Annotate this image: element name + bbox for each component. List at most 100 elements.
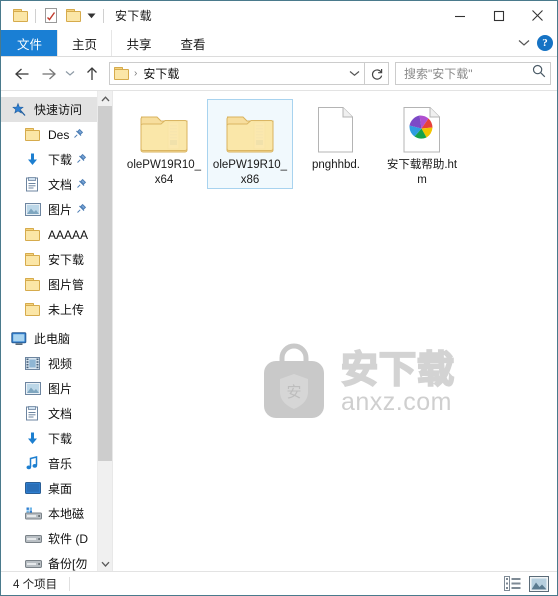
breadcrumb[interactable]: › 安下载 bbox=[109, 62, 365, 85]
tab-share[interactable]: 共享 bbox=[112, 30, 166, 56]
customize-toolbar-caret-icon[interactable] bbox=[84, 6, 99, 26]
sidebar-label: 图片 bbox=[48, 203, 73, 217]
sidebar-item-drive-backup[interactable]: 备份[勿 bbox=[1, 551, 112, 571]
sidebar-label: 未上传 bbox=[48, 303, 85, 317]
scroll-down-arrow-icon[interactable] bbox=[98, 556, 112, 571]
pin-icon bbox=[76, 153, 87, 167]
sidebar-item-des[interactable]: Des bbox=[1, 122, 112, 147]
close-button[interactable] bbox=[518, 1, 557, 30]
file-name: pnghhbd. bbox=[312, 159, 360, 171]
file-item-folder-x64[interactable]: olePW19R10_x64 bbox=[121, 99, 207, 189]
sidebar-label: 此电脑 bbox=[34, 332, 71, 346]
sidebar-item-drive-d[interactable]: 软件 (D bbox=[1, 526, 112, 551]
sidebar-item-desktop[interactable]: 桌面 bbox=[1, 476, 112, 501]
sidebar-item-pictures[interactable]: 图片 bbox=[1, 197, 112, 222]
sidebar-item-documents-pc[interactable]: 文档 bbox=[1, 401, 112, 426]
navigation-tree: 快速访问 Des 下载 文档 图片 AAAAA 安下载 图片管 未上传 此电脑 … bbox=[1, 91, 112, 571]
sidebar-item-pictures-pc[interactable]: 图片 bbox=[1, 376, 112, 401]
download-icon bbox=[25, 152, 43, 168]
scroll-up-arrow-icon[interactable] bbox=[98, 91, 112, 106]
properties-icon[interactable] bbox=[40, 5, 62, 27]
explorer-window: 安下载 文件 主页 共享 查看 ? › 安下载 搜索"安下载" 快速访问 Des… bbox=[0, 0, 558, 596]
folder-icon bbox=[139, 104, 189, 154]
sidebar-item-downloads[interactable]: 下载 bbox=[1, 147, 112, 172]
sidebar-item-anxiazai[interactable]: 安下载 bbox=[1, 247, 112, 272]
tab-view[interactable]: 查看 bbox=[166, 30, 220, 56]
minimize-button[interactable] bbox=[440, 1, 479, 30]
watermark: 安 安下载 anxz.com bbox=[255, 341, 455, 426]
navigation-pane: 快速访问 Des 下载 文档 图片 AAAAA 安下载 图片管 未上传 此电脑 … bbox=[1, 91, 113, 571]
sidebar-item-this-pc[interactable]: 此电脑 bbox=[1, 326, 112, 351]
status-divider bbox=[69, 576, 71, 591]
details-view-button[interactable] bbox=[500, 574, 524, 594]
anxz-bag-logo-icon: 安 bbox=[255, 341, 333, 426]
computer-icon bbox=[11, 331, 29, 347]
help-icon[interactable]: ? bbox=[537, 35, 553, 51]
pin-icon bbox=[76, 178, 87, 192]
tab-home[interactable]: 主页 bbox=[57, 30, 113, 56]
new-folder-icon[interactable] bbox=[62, 5, 84, 27]
pictures-icon bbox=[25, 202, 43, 218]
sidebar-item-weishangchuan[interactable]: 未上传 bbox=[1, 297, 112, 322]
breadcrumb-dropdown-caret-icon[interactable] bbox=[344, 70, 364, 77]
sidebar-item-tupianguan[interactable]: 图片管 bbox=[1, 272, 112, 297]
refresh-button[interactable] bbox=[365, 62, 389, 85]
toolbar-divider-1 bbox=[35, 8, 36, 23]
chevron-down-icon[interactable] bbox=[518, 34, 530, 52]
sidebar-label: 视频 bbox=[48, 357, 73, 371]
sidebar-item-music[interactable]: 音乐 bbox=[1, 451, 112, 476]
sidebar-item-quick-access[interactable]: 快速访问 bbox=[1, 97, 112, 122]
file-list-pane[interactable]: olePW19R10_x64 olePW19R10_x86 pnghhbd. 安… bbox=[113, 91, 557, 571]
recent-locations-caret-icon[interactable] bbox=[61, 61, 79, 87]
local-disk-icon bbox=[25, 506, 43, 522]
pin-icon bbox=[76, 203, 87, 217]
maximize-button[interactable] bbox=[479, 1, 518, 30]
large-icons-view-button[interactable] bbox=[527, 574, 551, 594]
sidebar-label: 软件 (D bbox=[48, 532, 88, 546]
sidebar-item-local-disk[interactable]: 本地磁 bbox=[1, 501, 112, 526]
file-name: olePW19R10_x64 bbox=[126, 159, 202, 186]
toolbar-divider-2 bbox=[103, 8, 104, 23]
folder-icon bbox=[25, 227, 43, 243]
file-item-folder-x86[interactable]: olePW19R10_x86 bbox=[207, 99, 293, 189]
music-icon bbox=[25, 456, 43, 472]
sidebar-label: 图片管 bbox=[48, 278, 85, 292]
folder-icon bbox=[25, 127, 43, 143]
back-button[interactable] bbox=[9, 61, 35, 87]
up-button[interactable] bbox=[79, 61, 105, 87]
sidebar-label: 图片 bbox=[48, 382, 73, 396]
file-item-pnghhbd[interactable]: pnghhbd. bbox=[293, 99, 379, 189]
address-bar: › 安下载 搜索"安下载" bbox=[1, 57, 557, 90]
file-item-htm[interactable]: 安下载帮助.htm bbox=[379, 99, 465, 189]
scrollbar-thumb[interactable] bbox=[98, 106, 112, 461]
sidebar-label: 下载 bbox=[48, 153, 73, 167]
title-bar: 安下载 bbox=[1, 1, 557, 30]
blank-file-icon bbox=[316, 104, 356, 154]
search-icon[interactable] bbox=[532, 64, 546, 83]
sidebar-label: 本地磁 bbox=[48, 507, 85, 521]
folder-icon[interactable] bbox=[9, 5, 31, 27]
sidebar-item-downloads-pc[interactable]: 下载 bbox=[1, 426, 112, 451]
tab-file[interactable]: 文件 bbox=[1, 30, 58, 56]
file-grid: olePW19R10_x64 olePW19R10_x86 pnghhbd. 安… bbox=[113, 91, 557, 189]
search-placeholder: 搜索"安下载" bbox=[404, 67, 473, 81]
navigation-pane-scrollbar[interactable] bbox=[97, 91, 112, 571]
sidebar-item-aaaaa[interactable]: AAAAA bbox=[1, 222, 112, 247]
sidebar-item-videos[interactable]: 视频 bbox=[1, 351, 112, 376]
breadcrumb-item-0[interactable]: 安下载 bbox=[143, 65, 179, 82]
ribbon-tabs: 文件 主页 共享 查看 ? bbox=[1, 30, 557, 57]
sidebar-label: 下载 bbox=[48, 432, 73, 446]
sidebar-label: 安下载 bbox=[48, 253, 85, 267]
html-file-icon bbox=[401, 104, 443, 154]
desktop-icon bbox=[25, 481, 43, 497]
search-input[interactable]: 搜索"安下载" bbox=[395, 62, 551, 85]
sidebar-item-documents[interactable]: 文档 bbox=[1, 172, 112, 197]
pin-icon bbox=[73, 128, 84, 142]
forward-button[interactable] bbox=[35, 61, 61, 87]
ribbon-right-controls: ? bbox=[518, 30, 553, 56]
status-bar: 4 个项目 bbox=[1, 571, 557, 595]
svg-text:安: 安 bbox=[286, 383, 301, 401]
folder-icon bbox=[25, 277, 43, 293]
explorer-content: 快速访问 Des 下载 文档 图片 AAAAA 安下载 图片管 未上传 此电脑 … bbox=[1, 90, 557, 571]
drive-icon bbox=[25, 556, 43, 572]
